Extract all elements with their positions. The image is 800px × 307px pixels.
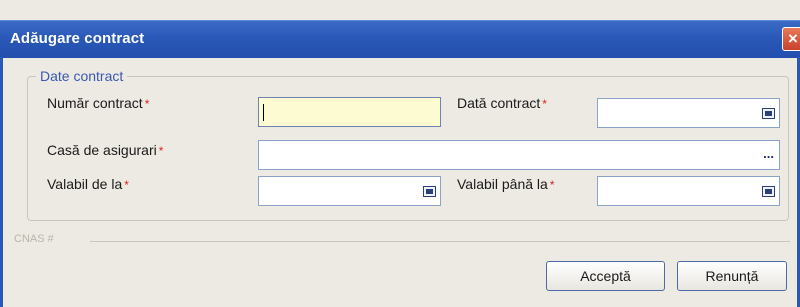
ellipsis-icon[interactable]: ... bbox=[763, 146, 774, 161]
window-frame-left bbox=[0, 57, 3, 307]
data-contract-input[interactable] bbox=[597, 98, 780, 128]
dialog-title: Adăugare contract bbox=[10, 30, 145, 47]
accept-button[interactable]: Acceptă bbox=[546, 261, 665, 291]
text-caret bbox=[263, 104, 264, 121]
valabil-pana-la-input[interactable] bbox=[597, 176, 780, 206]
data-contract-label: Dată contract * bbox=[457, 95, 547, 111]
cnas-divider bbox=[90, 241, 790, 242]
numar-contract-label: Număr contract * bbox=[47, 95, 150, 111]
dialog-window: Adăugare contract × Date contract Număr … bbox=[0, 0, 800, 307]
cancel-button[interactable]: Renunță bbox=[677, 261, 787, 291]
group-legend: Date contract bbox=[36, 68, 128, 84]
casa-asigurari-input[interactable]: ... bbox=[258, 140, 780, 170]
valabil-pana-la-label: Valabil până la * bbox=[457, 176, 555, 192]
calendar-icon[interactable] bbox=[762, 186, 775, 197]
numar-contract-input[interactable] bbox=[258, 97, 441, 127]
calendar-icon[interactable] bbox=[423, 186, 436, 197]
valabil-de-la-input[interactable] bbox=[258, 176, 441, 206]
close-icon: × bbox=[788, 29, 798, 48]
calendar-icon[interactable] bbox=[762, 108, 775, 119]
valabil-de-la-label: Valabil de la * bbox=[47, 176, 129, 192]
close-button[interactable]: × bbox=[782, 27, 800, 51]
title-bar[interactable]: Adăugare contract × bbox=[0, 20, 800, 58]
cnas-section-label: CNAS # bbox=[14, 233, 54, 245]
casa-asigurari-label: Casă de asigurari * bbox=[47, 142, 164, 158]
